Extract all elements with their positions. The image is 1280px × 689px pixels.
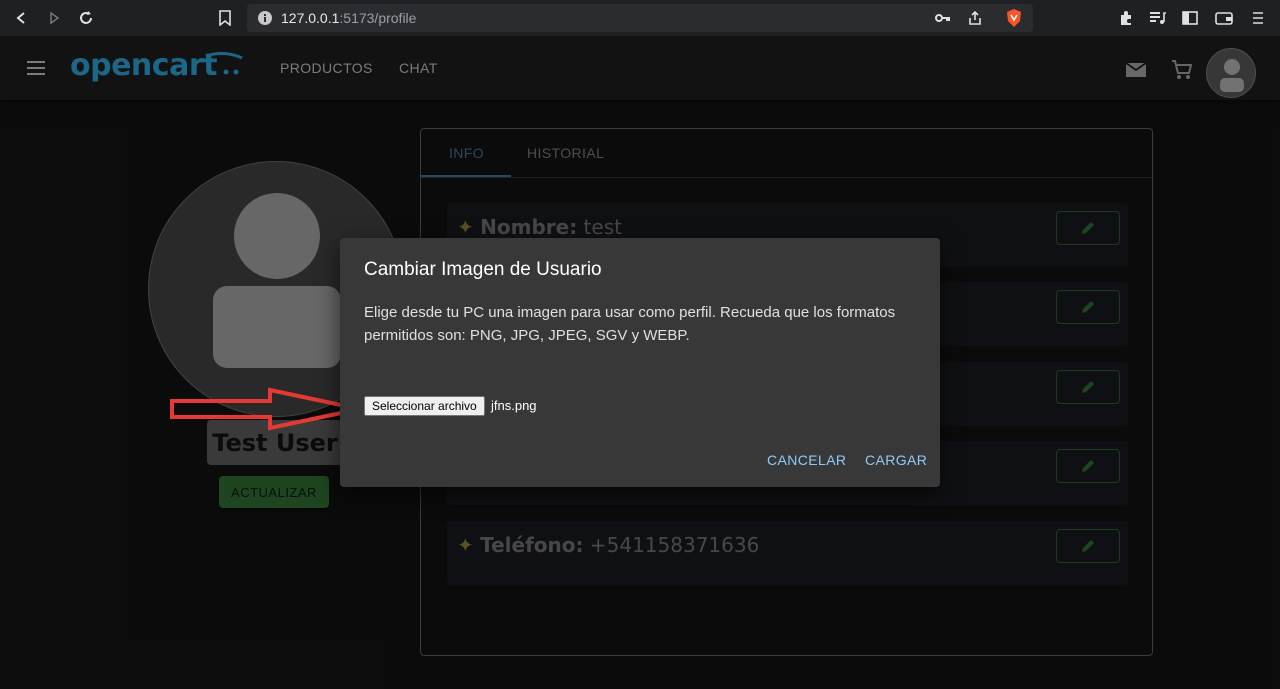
playlist-icon[interactable] — [1148, 8, 1168, 28]
wallet-icon[interactable] — [1214, 8, 1234, 28]
browser-menu-icon[interactable] — [1248, 8, 1268, 28]
forward-icon[interactable] — [44, 8, 64, 28]
extensions-icon[interactable] — [1116, 8, 1136, 28]
address-bar[interactable]: 127.0.0.1:5173/profile — [247, 4, 1033, 32]
dialog-title: Cambiar Imagen de Usuario — [364, 259, 602, 280]
cancel-button[interactable]: CANCELAR — [767, 452, 846, 468]
key-icon[interactable] — [935, 11, 951, 25]
red-arrow-annotation — [170, 387, 361, 431]
sidebar-icon[interactable] — [1180, 8, 1200, 28]
url-host: 127.0.0.1 — [281, 10, 340, 26]
bookmark-icon[interactable] — [215, 8, 235, 28]
dialog-description: Elige desde tu PC una imagen para usar c… — [364, 304, 896, 344]
reload-icon[interactable] — [76, 8, 96, 28]
site-info-icon[interactable] — [257, 10, 273, 26]
upload-button[interactable]: CARGAR — [865, 452, 927, 468]
url-text: 127.0.0.1:5173/profile — [281, 10, 416, 26]
back-icon[interactable] — [12, 8, 32, 28]
brave-shield-icon[interactable] — [1005, 8, 1023, 28]
change-image-dialog: Cambiar Imagen de Usuario Elige desde tu… — [340, 238, 940, 487]
url-path: :5173/profile — [339, 10, 417, 26]
browser-toolbar: 127.0.0.1:5173/profile — [0, 0, 1280, 36]
selected-file-name: jfns.png — [491, 398, 537, 413]
select-file-button[interactable]: Seleccionar archivo — [364, 396, 485, 416]
share-icon[interactable] — [967, 10, 983, 26]
